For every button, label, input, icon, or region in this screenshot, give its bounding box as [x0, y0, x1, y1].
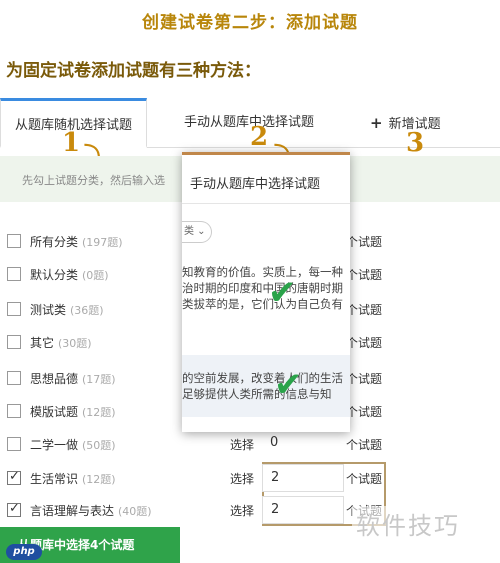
category-checkbox[interactable]: [7, 501, 21, 517]
page-title: 创建试卷第二步：添加试题: [142, 13, 358, 33]
annotation-number-2: 2: [250, 122, 269, 152]
quantity-input[interactable]: 2: [262, 496, 344, 524]
page-subtitle: 为固定试卷添加试题有三种方法：: [6, 61, 261, 81]
category-label: 所有分类 (197题): [30, 235, 123, 249]
select-label: 选择: [230, 438, 255, 452]
question-text: 治时期的印度和中国的唐朝时期: [182, 281, 343, 295]
category-checkbox[interactable]: [7, 437, 21, 451]
category-checkbox[interactable]: [7, 404, 21, 418]
chevron-down-icon: ⌄: [194, 226, 206, 237]
question-text: 知教育的价值。实质上，每一种: [182, 265, 343, 279]
popup-divider: [182, 203, 350, 204]
annotation-number-3: 3: [406, 128, 425, 158]
category-checkbox[interactable]: [7, 234, 21, 248]
category-dropdown[interactable]: 类 ⌄: [182, 221, 212, 243]
question-text: 的空前发展，改变着人们的生活: [182, 371, 343, 385]
unit-label: 个试题: [346, 336, 383, 350]
manual-select-popup: 手动从题库中选择试题 类 ⌄ 知教育的价值。实质上，每一种 治时期的印度和中国的…: [182, 152, 350, 432]
select-label: 选择: [230, 504, 255, 518]
unit-label: 个试题: [346, 235, 383, 249]
question-text: 足够提供人类所需的信息与知: [182, 387, 332, 401]
category-checkbox[interactable]: [7, 371, 21, 385]
plus-icon: +: [370, 114, 383, 132]
category-checkbox[interactable]: [7, 335, 21, 349]
check-icon: ✔: [274, 365, 303, 405]
category-label: 二学一做 (50题): [30, 438, 116, 452]
unit-label: 个试题: [346, 372, 383, 386]
quantity-input[interactable]: 0: [262, 430, 344, 458]
category-label: 默认分类 (0题): [30, 268, 109, 282]
tab-manual-select-label: 手动从题库中选择试题: [184, 115, 315, 130]
category-checkbox[interactable]: [7, 302, 21, 316]
tab-manual-select[interactable]: 手动从题库中选择试题: [184, 98, 314, 148]
unit-label: 个试题: [346, 405, 383, 419]
category-row: 生活常识(12题) 选择 2 个试题: [0, 462, 500, 496]
quantity-input[interactable]: 2: [262, 464, 344, 492]
category-label: 模版试题 (12题): [30, 405, 116, 419]
category-checkbox[interactable]: [7, 469, 21, 485]
category-label: 言语理解与表达 (40题): [30, 504, 152, 518]
category-label: 测试类 (36题): [30, 303, 104, 317]
popup-title: 手动从题库中选择试题: [190, 177, 321, 192]
watermark-text: 软件技巧: [356, 512, 460, 540]
unit-label: 个试题: [346, 268, 383, 282]
hint-text: 先勾上试题分类，然后输入选: [22, 174, 165, 187]
select-label: 选择: [230, 472, 255, 486]
check-icon: ✔: [268, 273, 297, 313]
php-logo: php: [6, 544, 42, 560]
question-row-band: [182, 355, 350, 417]
unit-label: 个试题: [346, 438, 383, 452]
unit-label: 个试题: [346, 472, 383, 486]
annotation-number-1: 1: [62, 128, 81, 158]
unit-label: 个试题: [346, 303, 383, 317]
category-label: 生活常识 (12题): [30, 472, 116, 486]
question-text: 类拔萃的是，它们认为自己负有: [182, 297, 343, 311]
category-label: 思想品德 (17题): [30, 372, 116, 386]
category-checkbox[interactable]: [7, 267, 21, 281]
category-row: 二学一做 (50题) 选择 0 个试题: [0, 428, 500, 462]
category-label: 其它 (30题): [30, 336, 92, 350]
